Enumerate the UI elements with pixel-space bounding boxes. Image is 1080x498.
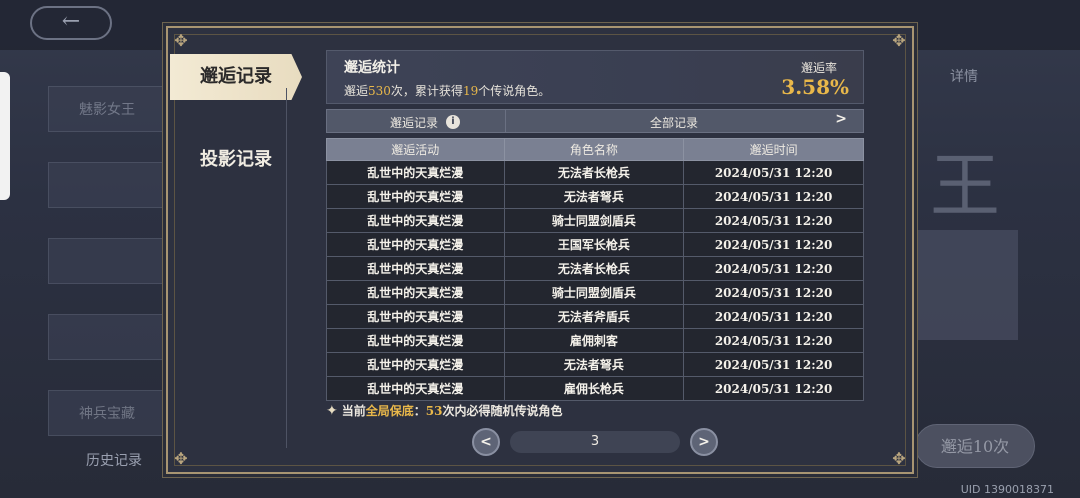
background-banner-card xyxy=(48,314,166,360)
tab-encounter-records[interactable]: 邂逅记录 ◆ xyxy=(170,54,302,100)
pity-notice: ✦ 当前全局保底：53次内必得随机传说角色 xyxy=(326,402,563,419)
chevron-right-icon: > xyxy=(698,434,710,450)
column-header-character: 角色名称 xyxy=(503,138,685,161)
table-header-row: 邂逅活动 角色名称 邂逅时间 xyxy=(326,138,864,161)
rate-value: 3.58% xyxy=(781,75,849,99)
table-row: 乱世中的天真烂漫 无法者斧盾兵 2024/05/31 12:20 xyxy=(326,304,864,329)
cell-activity: 乱世中的天真烂漫 xyxy=(326,376,505,401)
stats-suffix: 个传说角色。 xyxy=(478,84,551,98)
next-page-button[interactable]: > xyxy=(690,428,718,456)
encounter-stats-panel: 邂逅统计 邂逅530次，累计获得19个传说角色。 邂逅率 3.58% xyxy=(326,50,864,104)
table-row: 乱世中的天真烂漫 无法者弩兵 2024/05/31 12:20 xyxy=(326,184,864,209)
background-banner-card: 神兵宝藏 xyxy=(48,390,166,436)
pity-prefix: 当前 xyxy=(341,404,366,418)
cell-character: 无法者弩兵 xyxy=(503,184,685,209)
chevron-right-icon[interactable]: > xyxy=(835,111,847,127)
background-banner-card: 魅影女王 xyxy=(48,86,166,132)
back-button[interactable]: ← xyxy=(30,6,112,40)
cell-time: 2024/05/31 12:20 xyxy=(683,208,864,233)
corner-ornament-icon: ✥ xyxy=(892,449,906,468)
cell-time: 2024/05/31 12:20 xyxy=(683,232,864,257)
info-icon[interactable]: i xyxy=(446,115,460,129)
cell-time: 2024/05/31 12:20 xyxy=(683,304,864,329)
pity-colon: ： xyxy=(413,404,426,418)
cell-character: 骑士同盟剑盾兵 xyxy=(503,280,685,305)
cell-activity: 乱世中的天真烂漫 xyxy=(326,208,505,233)
cell-character: 无法者弩兵 xyxy=(503,352,685,377)
cell-character: 无法者斧盾兵 xyxy=(503,304,685,329)
encounter-count: 530 xyxy=(368,84,391,98)
cell-activity: 乱世中的天真烂漫 xyxy=(326,160,505,185)
encounter-history-modal: ✥ ✥ ✥ ✥ 邂逅记录 ◆ 投影记录 邂逅统计 邂逅530次，累计获得19个传… xyxy=(166,26,914,474)
table-row: 乱世中的天真烂漫 雇佣长枪兵 2024/05/31 12:20 xyxy=(326,376,864,401)
record-filter-bar[interactable]: 邂逅记录 i 全部记录 > xyxy=(326,109,864,133)
page-number-field[interactable]: 3 xyxy=(510,431,680,453)
cell-character: 无法者长枪兵 xyxy=(503,256,685,281)
legend-count: 19 xyxy=(462,84,479,98)
table-row: 乱世中的天真烂漫 雇佣刺客 2024/05/31 12:20 xyxy=(326,328,864,353)
cell-character: 无法者长枪兵 xyxy=(503,160,685,185)
pity-highlight: 全局保底 xyxy=(365,404,414,418)
stats-summary: 邂逅530次，累计获得19个传说角色。 xyxy=(344,82,550,99)
encounter-record-table: 邂逅活动 角色名称 邂逅时间 乱世中的天真烂漫 无法者长枪兵 2024/05/31 … xyxy=(326,138,864,401)
filter-label: 邂逅记录 xyxy=(390,116,439,130)
cell-activity: 乱世中的天真烂漫 xyxy=(326,256,505,281)
background-preview-box xyxy=(918,230,1018,340)
background-history-label: 历史记录 xyxy=(86,453,142,469)
pity-suffix: 次内必得随机传说角色 xyxy=(442,404,563,418)
cell-activity: 乱世中的天真烂漫 xyxy=(326,328,505,353)
prev-page-button[interactable]: < xyxy=(472,428,500,456)
back-arrow-icon: ← xyxy=(61,9,81,34)
stats-title: 邂逅统计 xyxy=(344,60,400,76)
cell-time: 2024/05/31 12:20 xyxy=(683,280,864,305)
sparkle-icon: ✦ xyxy=(326,403,338,419)
cell-activity: 乱世中的天真烂漫 xyxy=(326,232,505,257)
table-row: 乱世中的天真烂漫 无法者长枪兵 2024/05/31 12:20 xyxy=(326,160,864,185)
column-header-activity: 邂逅活动 xyxy=(326,138,505,161)
tab-label: 邂逅记录 xyxy=(200,66,272,87)
filter-separator xyxy=(505,110,506,132)
cell-time: 2024/05/31 12:20 xyxy=(683,184,864,209)
cell-character: 雇佣刺客 xyxy=(503,328,685,353)
diamond-icon: ◆ xyxy=(294,85,304,99)
cell-character: 王国军长枪兵 xyxy=(503,232,685,257)
cell-time: 2024/05/31 12:20 xyxy=(683,352,864,377)
cell-character: 雇佣长枪兵 xyxy=(503,376,685,401)
table-row: 乱世中的天真烂漫 无法者弩兵 2024/05/31 12:20 xyxy=(326,352,864,377)
chevron-left-icon: < xyxy=(480,434,492,450)
cell-time: 2024/05/31 12:20 xyxy=(683,256,864,281)
background-banner-card xyxy=(48,238,166,284)
table-row: 乱世中的天真烂漫 无法者长枪兵 2024/05/31 12:20 xyxy=(326,256,864,281)
cell-time: 2024/05/31 12:20 xyxy=(683,160,864,185)
corner-ornament-icon: ✥ xyxy=(892,31,906,50)
filter-selected-value[interactable]: 全部记录 xyxy=(650,114,698,131)
cell-character: 骑士同盟剑盾兵 xyxy=(503,208,685,233)
uid-label: UID 1390018371 xyxy=(960,483,1054,496)
corner-ornament-icon: ✥ xyxy=(174,31,188,50)
column-header-time: 邂逅时间 xyxy=(683,138,864,161)
background-draw-button: 邂逅10次 xyxy=(915,424,1035,468)
background-detail-label: 详情 xyxy=(950,69,978,85)
stats-mid: 次，累计获得 xyxy=(390,84,463,98)
stats-prefix: 邂逅 xyxy=(344,84,369,98)
cell-activity: 乱世中的天真烂漫 xyxy=(326,280,505,305)
table-row: 乱世中的天真烂漫 骑士同盟剑盾兵 2024/05/31 12:20 xyxy=(326,280,864,305)
corner-ornament-icon: ✥ xyxy=(174,449,188,468)
rate-label: 邂逅率 xyxy=(800,61,837,75)
pity-count: 53 xyxy=(425,404,443,418)
table-row: 乱世中的天真烂漫 王国军长枪兵 2024/05/31 12:20 xyxy=(326,232,864,257)
background-banner-card xyxy=(48,162,166,208)
cell-activity: 乱世中的天真烂漫 xyxy=(326,304,505,329)
cell-time: 2024/05/31 12:20 xyxy=(683,328,864,353)
background-title-glyph: 王 xyxy=(930,145,1000,227)
side-drawer-handle[interactable] xyxy=(0,72,10,200)
cell-activity: 乱世中的天真烂漫 xyxy=(326,184,505,209)
table-row: 乱世中的天真烂漫 骑士同盟剑盾兵 2024/05/31 12:20 xyxy=(326,208,864,233)
tab-projection-records[interactable]: 投影记录 xyxy=(170,140,288,180)
tab-label: 投影记录 xyxy=(200,149,272,170)
cell-activity: 乱世中的天真烂漫 xyxy=(326,352,505,377)
cell-time: 2024/05/31 12:20 xyxy=(683,376,864,401)
tab-divider xyxy=(286,88,287,448)
